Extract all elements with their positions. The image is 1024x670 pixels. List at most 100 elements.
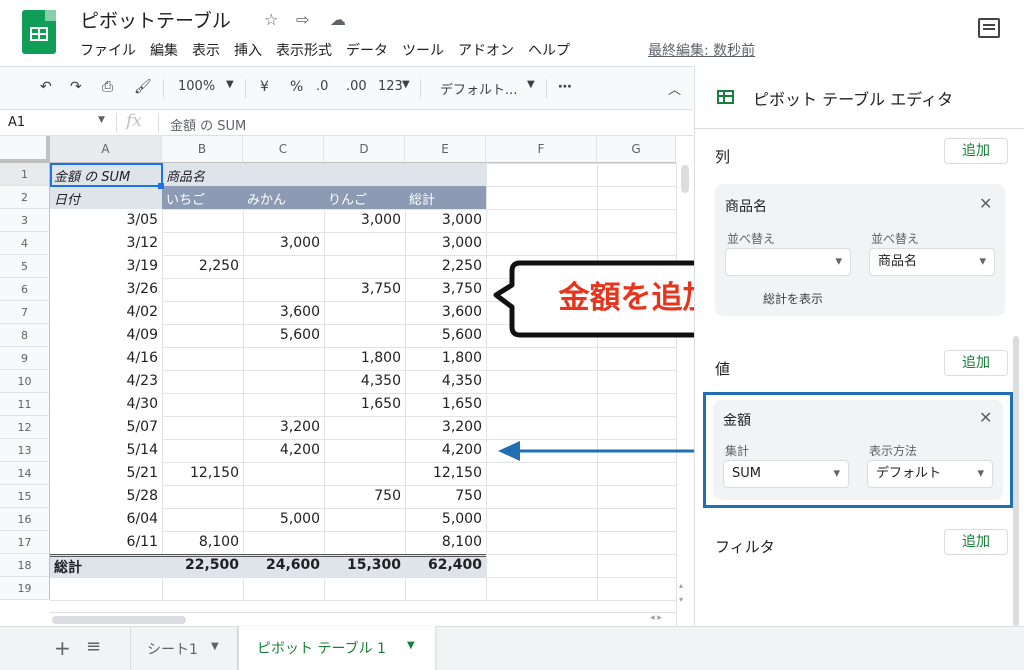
row-header[interactable]: 13 [0, 439, 50, 462]
row-header[interactable]: 12 [0, 416, 50, 439]
pivot-row-label[interactable]: 3/05 [50, 212, 162, 228]
menu-data[interactable]: データ [346, 40, 388, 60]
row-header[interactable]: 16 [0, 508, 50, 531]
pivot-value-cell[interactable]: 3,200 [405, 419, 486, 435]
pivot-value-cell[interactable]: 1,650 [324, 396, 405, 412]
add-value-button[interactable]: 追加 [944, 350, 1008, 376]
document-title[interactable]: ピボットテーブル [80, 6, 231, 33]
name-box[interactable]: A1 [8, 115, 25, 130]
more-icon[interactable]: ⋯ [558, 79, 572, 95]
font-select[interactable]: デフォルト... [440, 79, 517, 98]
row-header[interactable]: 9 [0, 347, 50, 370]
pivot-column-head[interactable]: みかん [243, 189, 324, 208]
pivot-value-cell[interactable]: 12,150 [162, 465, 243, 481]
show-totals-label[interactable]: 総計を表示 [763, 290, 823, 307]
pivot-value-cell[interactable]: 5,600 [243, 327, 324, 343]
pivot-value-cell[interactable]: 3,000 [243, 235, 324, 251]
menu-file[interactable]: ファイル [80, 40, 136, 60]
comment-icon[interactable] [978, 18, 1000, 38]
panel-scrollbar[interactable] [1013, 336, 1019, 626]
paint-format-icon[interactable]: 🖌 [134, 79, 152, 95]
zoom-select[interactable]: 100% [178, 79, 215, 94]
pivot-value-cell[interactable]: 2,250 [405, 258, 486, 274]
format-chevron-icon[interactable]: ▼ [402, 79, 410, 90]
pivot-row-label[interactable]: 4/30 [50, 396, 162, 412]
row-header[interactable]: 4 [0, 232, 50, 255]
menu-edit[interactable]: 編集 [150, 40, 178, 60]
pivot-row-label[interactable]: 4/16 [50, 350, 162, 366]
pivot-row-label[interactable]: 4/23 [50, 373, 162, 389]
pivot-value-cell[interactable]: 3,600 [243, 304, 324, 320]
pivot-value-cell[interactable]: 12,150 [405, 465, 486, 481]
currency-button[interactable]: ¥ [260, 79, 269, 95]
redo-icon[interactable]: ↷ [70, 79, 82, 95]
column-header[interactable]: A [50, 136, 162, 163]
row-header[interactable]: 5 [0, 255, 50, 278]
chevron-down-icon[interactable]: ▼ [211, 641, 219, 652]
pivot-value-cell[interactable]: 3,000 [405, 212, 486, 228]
pivot-row-label[interactable]: 4/02 [50, 304, 162, 320]
column-header[interactable]: E [405, 136, 486, 163]
row-header[interactable]: 17 [0, 531, 50, 554]
row-header[interactable]: 6 [0, 278, 50, 301]
row-header[interactable]: 7 [0, 301, 50, 324]
pivot-value-cell[interactable]: 4,200 [243, 442, 324, 458]
pivot-row-label[interactable]: 5/14 [50, 442, 162, 458]
pivot-grand-total-cell[interactable]: 15,300 [324, 557, 405, 573]
sheet-tab-1[interactable]: シート1 ▼ [130, 627, 238, 670]
pivot-value-label[interactable]: 金額 の SUM [50, 166, 162, 185]
percent-button[interactable]: % [290, 79, 303, 95]
pivot-value-cell[interactable]: 3,750 [405, 281, 486, 297]
pivot-value-cell[interactable]: 3,200 [243, 419, 324, 435]
pivot-value-cell[interactable]: 750 [324, 488, 405, 504]
select-all-corner[interactable] [0, 136, 50, 163]
print-icon[interactable]: ⎙ [102, 79, 113, 95]
row-header[interactable]: 8 [0, 324, 50, 347]
increase-decimal-button[interactable]: .00 [346, 79, 367, 94]
row-header[interactable]: 15 [0, 485, 50, 508]
pivot-row-label[interactable]: 3/19 [50, 258, 162, 274]
pivot-value-cell[interactable]: 4,350 [324, 373, 405, 389]
row-header[interactable]: 18 [0, 554, 50, 577]
pivot-value-cell[interactable]: 3,000 [324, 212, 405, 228]
add-sheet-icon[interactable]: + [54, 636, 71, 660]
pivot-row-label[interactable]: 5/21 [50, 465, 162, 481]
pivot-column-head[interactable]: 総計 [405, 189, 486, 208]
menu-format[interactable]: 表示形式 [276, 40, 332, 60]
cloud-status-icon[interactable]: ☁ [330, 10, 346, 29]
pivot-value-cell[interactable]: 5,000 [243, 511, 324, 527]
pivot-value-cell[interactable]: 1,650 [405, 396, 486, 412]
pivot-value-cell[interactable]: 3,600 [405, 304, 486, 320]
last-edit-link[interactable]: 最終編集: 数秒前 [648, 40, 755, 60]
row-header[interactable]: 1 [0, 163, 50, 186]
row-header[interactable]: 2 [0, 186, 50, 209]
menu-tools[interactable]: ツール [402, 40, 444, 60]
font-chevron-icon[interactable]: ▼ [527, 79, 535, 90]
pivot-column-field-label[interactable]: 商品名 [162, 166, 243, 185]
pivot-value-cell[interactable]: 4,350 [405, 373, 486, 389]
close-icon[interactable]: ✕ [979, 194, 992, 213]
column-header[interactable]: G [597, 136, 676, 163]
undo-icon[interactable]: ↶ [40, 79, 52, 95]
pivot-value-cell[interactable]: 4,200 [405, 442, 486, 458]
column-header[interactable]: F [486, 136, 597, 163]
show-as-select[interactable]: デフォルト [867, 460, 993, 488]
pivot-row-label[interactable]: 3/26 [50, 281, 162, 297]
decrease-decimal-button[interactable]: .0 [316, 79, 328, 94]
all-sheets-icon[interactable]: ≡ [86, 636, 101, 657]
pivot-row-field-label[interactable]: 日付 [50, 189, 162, 208]
pivot-value-cell[interactable]: 3,750 [324, 281, 405, 297]
more-formats-button[interactable]: 123 [378, 79, 403, 94]
menu-view[interactable]: 表示 [192, 40, 220, 60]
pivot-grand-total-cell[interactable]: 62,400 [405, 557, 486, 573]
collapse-toolbar-icon[interactable]: ︿ [668, 79, 681, 98]
row-header[interactable]: 3 [0, 209, 50, 232]
summarize-by-select[interactable]: SUM [723, 460, 849, 488]
sheets-logo-icon[interactable] [22, 10, 56, 54]
pivot-column-head[interactable]: いちご [162, 189, 243, 208]
zoom-chevron-icon[interactable]: ▼ [226, 79, 234, 90]
pivot-value-cell[interactable]: 1,800 [324, 350, 405, 366]
pivot-row-label[interactable]: 5/28 [50, 488, 162, 504]
pivot-value-cell[interactable]: 1,800 [405, 350, 486, 366]
pivot-value-cell[interactable]: 3,000 [405, 235, 486, 251]
